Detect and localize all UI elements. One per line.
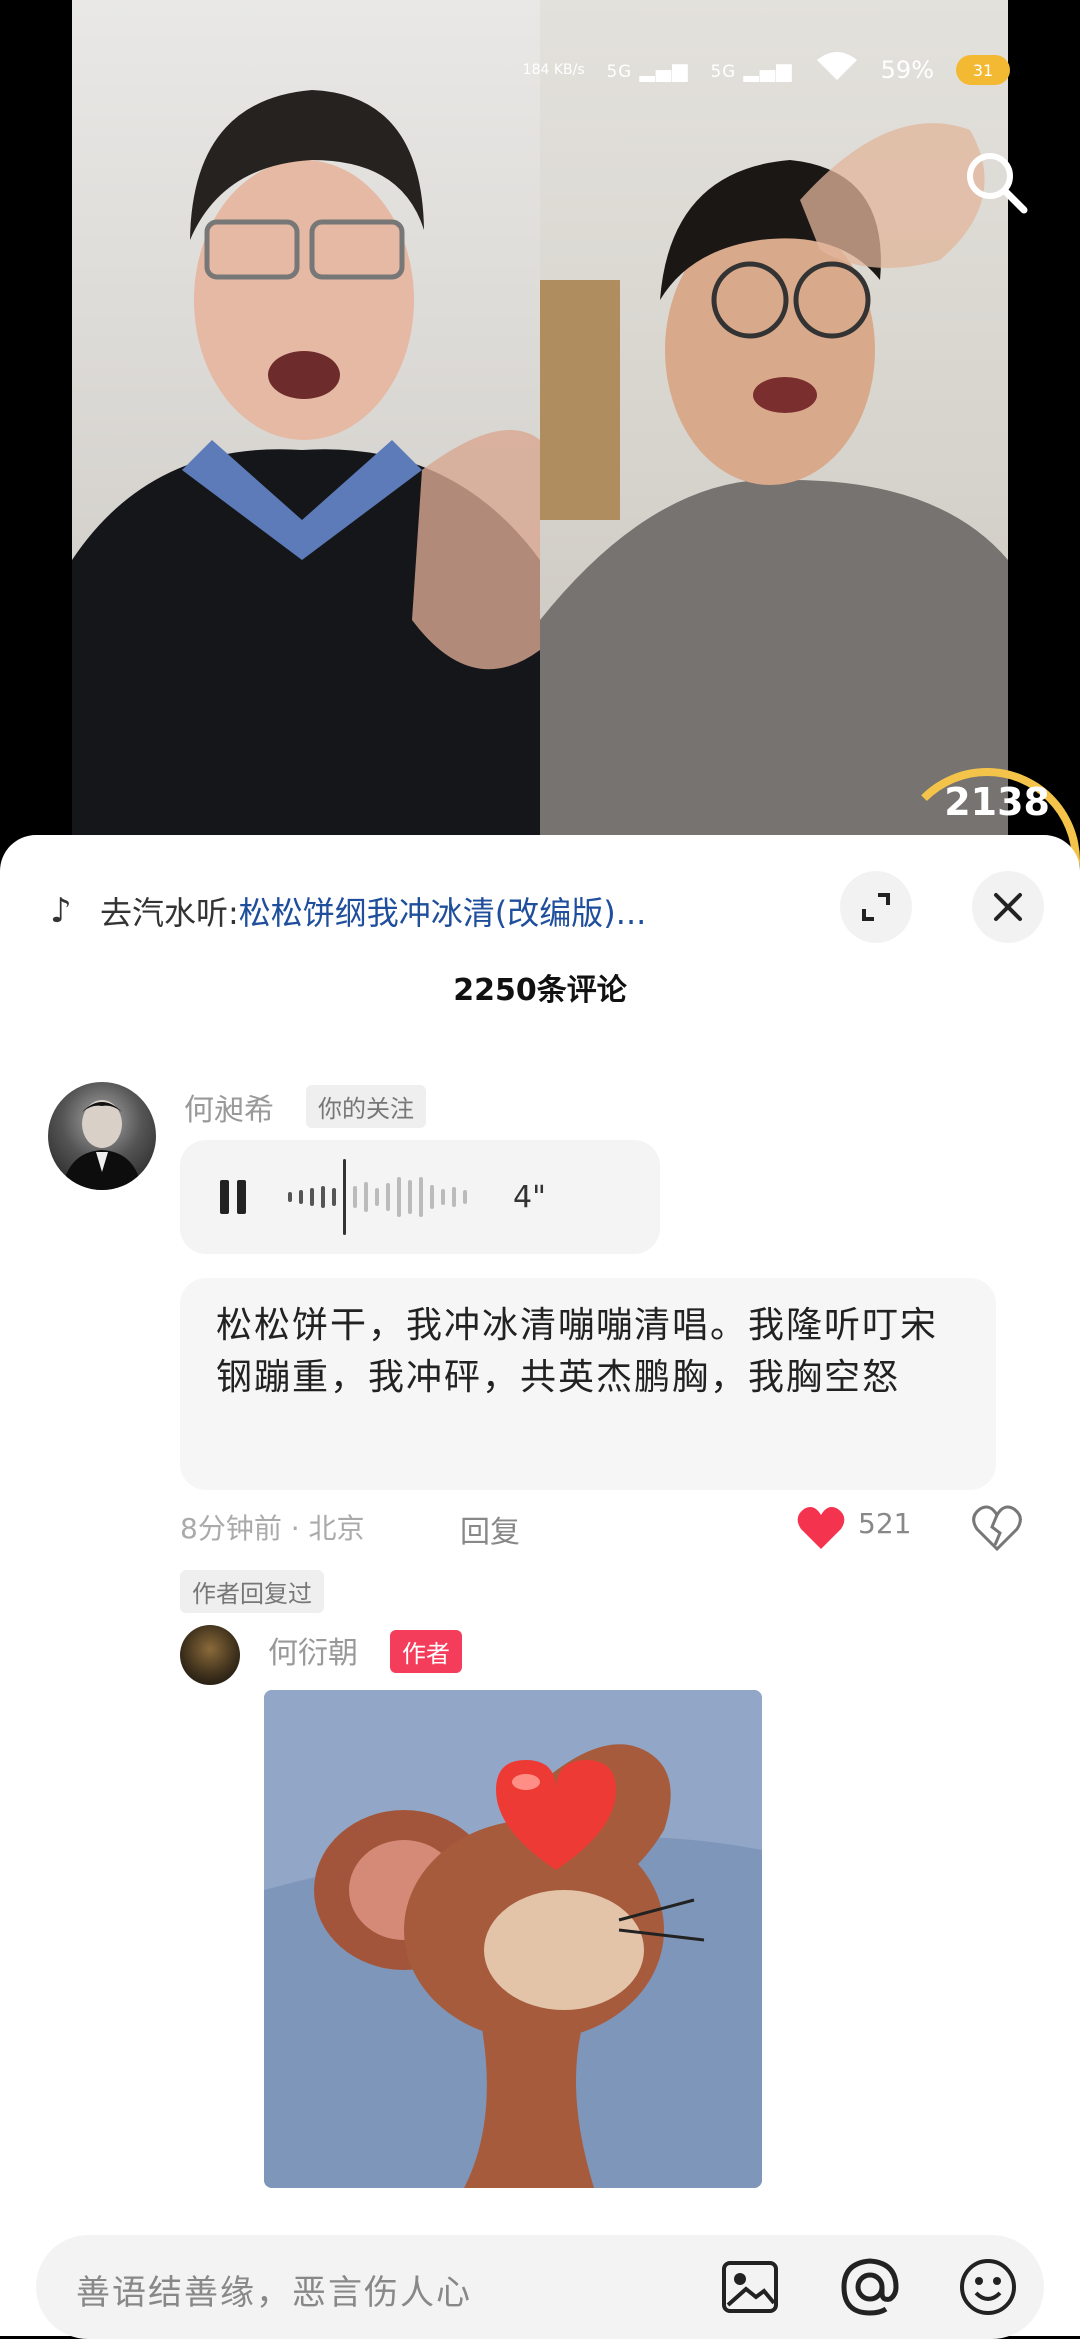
comment-input-placeholder: 善语结善缘，恶言伤人心	[76, 2273, 472, 2313]
streamer-right-figure	[540, 123, 1008, 880]
video-player[interactable]: 184 KB/s 5G ▂▄▆ 5G ▂▄▆ 59% 31 2138	[0, 0, 1080, 954]
at-icon	[841, 2258, 899, 2316]
voice-waveform	[288, 1152, 467, 1242]
music-note-icon: ♪	[50, 891, 72, 931]
signal-icon-2: 5G ▂▄▆	[710, 58, 793, 82]
voice-transcript: 松松饼干，我冲冰清嘣嘣清唱。我隆听叮宋钢蹦重，我冲砰，共英杰鹏胸，我胸空怒	[180, 1278, 996, 1490]
close-icon	[994, 893, 1022, 921]
like-count: 521	[858, 1507, 912, 1540]
avatar-image	[62, 1100, 142, 1190]
search-icon	[967, 153, 1028, 214]
close-button[interactable]	[972, 871, 1044, 943]
expand-button[interactable]	[840, 871, 912, 943]
sim1-label: 5G	[606, 62, 633, 81]
emoji-icon	[960, 2259, 1016, 2315]
search-button[interactable]	[960, 146, 1032, 218]
image-button[interactable]	[716, 2253, 784, 2321]
music-title[interactable]: 松松饼纲我冲冰清(改编版)...	[239, 888, 647, 934]
broken-heart-icon	[972, 1505, 1022, 1552]
signal-icon: 5G ▂▄▆	[606, 58, 689, 82]
streamer-left-figure	[72, 90, 540, 880]
reply-avatar[interactable]	[180, 1625, 240, 1685]
battery-text: 59%	[880, 56, 934, 84]
emoji-button[interactable]	[954, 2253, 1022, 2321]
image-icon	[722, 2261, 778, 2313]
music-prefix: 去汽水听:	[100, 894, 239, 932]
viewer-count[interactable]: 2138	[944, 780, 1050, 824]
battery-badge: 31	[972, 60, 994, 80]
reply-button[interactable]: 回复	[460, 1507, 520, 1551]
sim2-label: 5G	[710, 62, 737, 81]
mouse-heart-sticker	[264, 1690, 762, 2188]
reply-username[interactable]: 何衍朝	[268, 1628, 358, 1672]
expand-icon	[862, 893, 890, 921]
video-pane-right	[540, 0, 1008, 880]
wifi-icon	[815, 50, 859, 90]
comment-username[interactable]: 何昶希	[184, 1085, 274, 1129]
pause-icon[interactable]	[220, 1180, 250, 1214]
author-replied-tag: 作者回复过	[180, 1570, 324, 1613]
status-bar: 184 KB/s 5G ▂▄▆ 5G ▂▄▆ 59% 31	[523, 50, 1010, 90]
mention-button[interactable]	[836, 2253, 904, 2321]
net-speed: 184 KB/s	[522, 62, 585, 78]
comment-count-title: 2250条评论	[453, 973, 627, 1008]
follow-tag: 你的关注	[306, 1085, 426, 1128]
avatar[interactable]	[48, 1082, 156, 1190]
voice-message[interactable]: 4"	[180, 1140, 660, 1254]
comment-sheet: ♪ 去汽水听: 松松饼纲我冲冰清(改编版)... 2250条评论 何昶希 你的关…	[0, 835, 1080, 2339]
like-button[interactable]	[796, 1505, 846, 1551]
comment-time-location: 8分钟前 · 北京	[180, 1512, 365, 1545]
heart-icon	[797, 1507, 845, 1549]
battery-icon: 31	[956, 55, 1010, 85]
reply-sticker-image[interactable]	[264, 1690, 762, 2188]
dislike-button[interactable]	[972, 1505, 1022, 1552]
voice-duration: 4"	[513, 1179, 546, 1215]
comment-input[interactable]: 善语结善缘，恶言伤人心	[36, 2235, 1044, 2339]
video-pane-left	[72, 0, 540, 880]
author-badge: 作者	[390, 1630, 462, 1673]
